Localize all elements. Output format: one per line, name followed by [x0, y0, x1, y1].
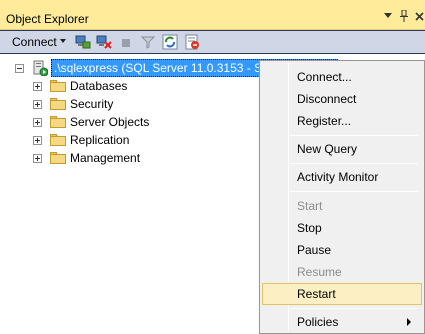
close-icon[interactable] [412, 9, 425, 23]
expand-icon[interactable] [33, 135, 42, 145]
menu-item-pause[interactable]: Pause [262, 239, 422, 261]
menu-separator [290, 191, 418, 192]
menu-item-start: Start [262, 195, 422, 217]
menu-item-label: Register... [297, 114, 352, 128]
tree-node-databases[interactable]: Databases [33, 77, 127, 95]
tree-node-label[interactable]: Security [70, 97, 113, 111]
tree-node-label[interactable]: Management [70, 151, 140, 165]
refresh-icon[interactable] [162, 34, 178, 50]
disconnect-icon[interactable] [96, 34, 112, 50]
tree-node-replication[interactable]: Replication [33, 131, 129, 149]
menu-separator [290, 308, 418, 309]
menu-item-connect[interactable]: Connect... [262, 66, 422, 88]
menu-item-label: Resume [297, 265, 342, 279]
tree-node-label[interactable]: Databases [70, 79, 127, 93]
menu-item-label: Restart [297, 287, 336, 301]
stop-icon [118, 34, 134, 50]
object-explorer-toolbar: Connect [0, 31, 425, 53]
folder-icon [50, 152, 66, 164]
menu-separator [290, 163, 418, 164]
tree-node-security[interactable]: Security [33, 95, 113, 113]
server-context-menu: Connect... Disconnect Register... New Qu… [259, 60, 425, 334]
menu-item-register[interactable]: Register... [262, 110, 422, 132]
menu-item-resume: Resume [262, 261, 422, 283]
new-query-icon[interactable] [184, 34, 200, 50]
connect-dropdown-icon[interactable] [60, 39, 66, 43]
submenu-arrow-icon [407, 318, 411, 326]
tree-node-management[interactable]: Management [33, 149, 140, 167]
menu-item-disconnect[interactable]: Disconnect [262, 88, 422, 110]
tree-node-label[interactable]: Replication [70, 133, 129, 147]
menu-item-label: Activity Monitor [297, 170, 379, 184]
menu-separator [290, 135, 418, 136]
filter-icon [140, 34, 156, 50]
connect-object-explorer-icon[interactable] [75, 34, 91, 50]
folder-icon [50, 80, 66, 92]
expand-icon[interactable] [33, 99, 42, 109]
menu-item-label: Start [297, 199, 323, 213]
expand-icon[interactable] [33, 117, 42, 127]
tree-node-server-objects[interactable]: Server Objects [33, 113, 149, 131]
folder-icon [50, 98, 66, 110]
object-explorer-title-bar: Object Explorer [0, 0, 425, 30]
menu-item-policies[interactable]: Policies [262, 311, 422, 333]
panel-title: Object Explorer [6, 12, 89, 26]
menu-item-restart[interactable]: Restart [262, 283, 422, 305]
folder-icon [50, 134, 66, 146]
menu-item-label: Stop [297, 221, 322, 235]
expand-icon[interactable] [33, 153, 42, 163]
tree-node-label[interactable]: Server Objects [70, 115, 149, 129]
connect-button[interactable]: Connect [12, 35, 57, 49]
menu-item-label: Policies [297, 315, 339, 329]
menu-item-new-query[interactable]: New Query [262, 138, 422, 160]
menu-item-label: Pause [297, 243, 332, 257]
menu-item-label: Disconnect [297, 92, 357, 106]
window-position-dropdown-icon[interactable] [381, 9, 395, 23]
expand-icon[interactable] [33, 81, 42, 91]
menu-item-stop[interactable]: Stop [262, 217, 422, 239]
menu-item-label: New Query [297, 142, 358, 156]
folder-icon [50, 116, 66, 128]
server-running-icon [32, 60, 49, 77]
collapse-icon[interactable] [15, 63, 24, 73]
menu-item-label: Connect... [297, 70, 352, 84]
menu-item-activity-monitor[interactable]: Activity Monitor [262, 166, 422, 188]
auto-hide-pin-icon[interactable] [397, 9, 411, 23]
